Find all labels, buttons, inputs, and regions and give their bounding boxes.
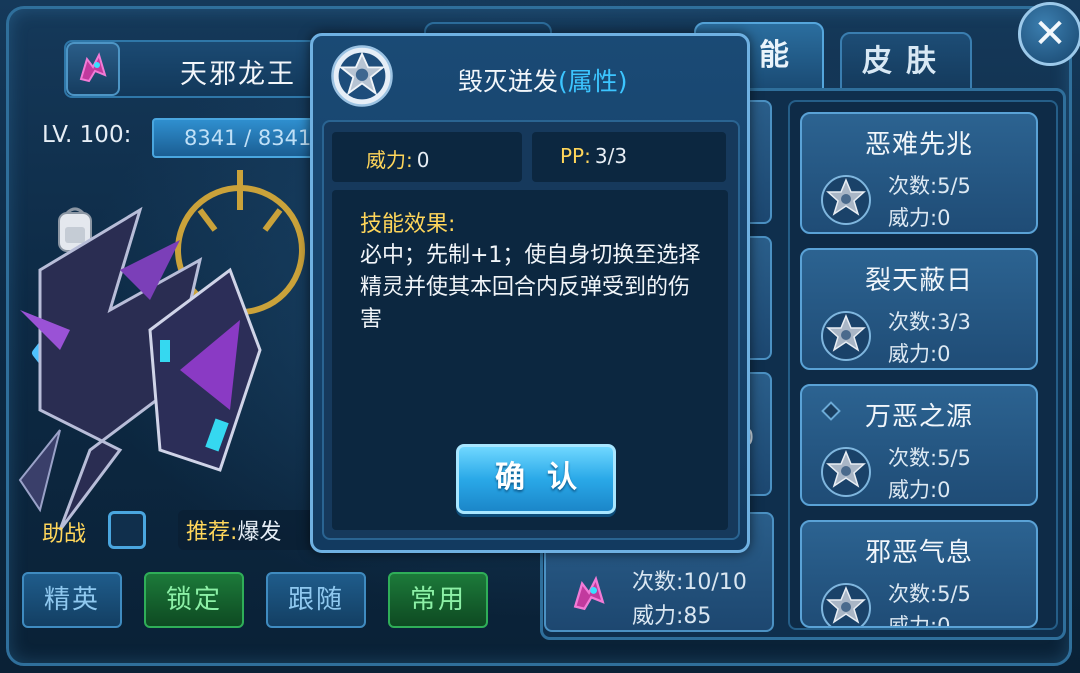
pet-portrait <box>18 170 305 531</box>
star-badge-icon <box>821 175 871 225</box>
pp-key: PP: <box>560 144 591 168</box>
pp-value: 3/3 <box>594 144 628 168</box>
skill-card-4[interactable]: 邪恶气息 次数:5/5 威力:0 <box>800 520 1038 628</box>
close-icon: ✕ <box>1033 11 1067 57</box>
skill-name: 恶难先兆 <box>864 130 973 160</box>
power-value: 0 <box>416 148 430 172</box>
attr-tag: (属性) <box>558 67 628 96</box>
close-button[interactable]: ✕ <box>1018 2 1080 66</box>
pet-dragon-icon[interactable] <box>66 42 120 96</box>
skill-count: 次数:5/5 <box>888 582 971 606</box>
assist-label: 助战 <box>42 522 87 547</box>
effect-title: 技能效果: <box>360 212 456 237</box>
pp-stat: PP: 3/3 <box>532 132 726 182</box>
skill-card-1[interactable]: 恶难先兆 次数:5/5 威力:0 <box>800 112 1038 234</box>
skill-power: 威力:85 <box>632 604 712 629</box>
skill-power: 威力:0 <box>888 342 951 366</box>
skill-name: 裂天蔽日 <box>864 266 973 296</box>
skill-title: 毁灭迸发 <box>458 67 559 96</box>
skill-name: 万恶之源 <box>864 402 973 432</box>
skill-card-2[interactable]: 裂天蔽日 次数:3/3 威力:0 <box>800 248 1038 370</box>
skill-count: 次数:5/5 <box>888 446 971 470</box>
skill-name: 邪恶气息 <box>864 538 973 568</box>
star-badge-icon <box>821 447 871 497</box>
elite-button[interactable]: 精英 <box>22 572 122 628</box>
pet-dragon-icon <box>573 575 605 611</box>
skill-power: 威力:0 <box>888 206 951 230</box>
confirm-button[interactable]: 确认 <box>456 444 616 514</box>
level-label: LV. 100: <box>42 122 132 148</box>
skill-power: 威力:0 <box>888 478 951 502</box>
skill-count: 次数:10/10 <box>632 570 747 595</box>
game-screen: 天邪龙王 LV. 100: 8341 / 8341 详情 助战 推荐:爆发 精英… <box>0 0 1080 673</box>
power-key: 威力: <box>366 148 413 172</box>
hp-text: 8341 / 8341 <box>184 126 312 150</box>
recommend-value: 爆发 <box>237 520 282 545</box>
skill-count: 次数:3/3 <box>888 310 971 334</box>
recommend-key: 推荐: <box>186 520 238 545</box>
skill-card-3[interactable]: 万恶之源 次数:5/5 威力:0 <box>800 384 1038 506</box>
power-stat: 威力: 0 <box>332 132 522 182</box>
star-badge-icon <box>821 311 871 361</box>
lock-button[interactable]: 锁定 <box>144 572 244 628</box>
star-badge-icon <box>821 583 871 626</box>
common-button[interactable]: 常用 <box>388 572 488 628</box>
skill-count: 次数:5/5 <box>888 174 971 198</box>
assist-checkbox[interactable] <box>108 511 146 549</box>
star-badge-icon <box>331 45 393 107</box>
skill-power: 威力:0 <box>888 614 951 628</box>
follow-button[interactable]: 跟随 <box>266 572 366 628</box>
effect-description: 必中；先制+1；使自身切换至选择精灵并使其本回合内反弹受到的伤害 <box>360 243 701 332</box>
recommend-tag: 推荐:爆发 <box>178 510 318 550</box>
dialog-title: 毁灭迸发(属性) <box>458 62 628 98</box>
tab-skins[interactable]: 皮肤 <box>840 32 972 92</box>
pet-name: 天邪龙王 <box>180 59 296 90</box>
